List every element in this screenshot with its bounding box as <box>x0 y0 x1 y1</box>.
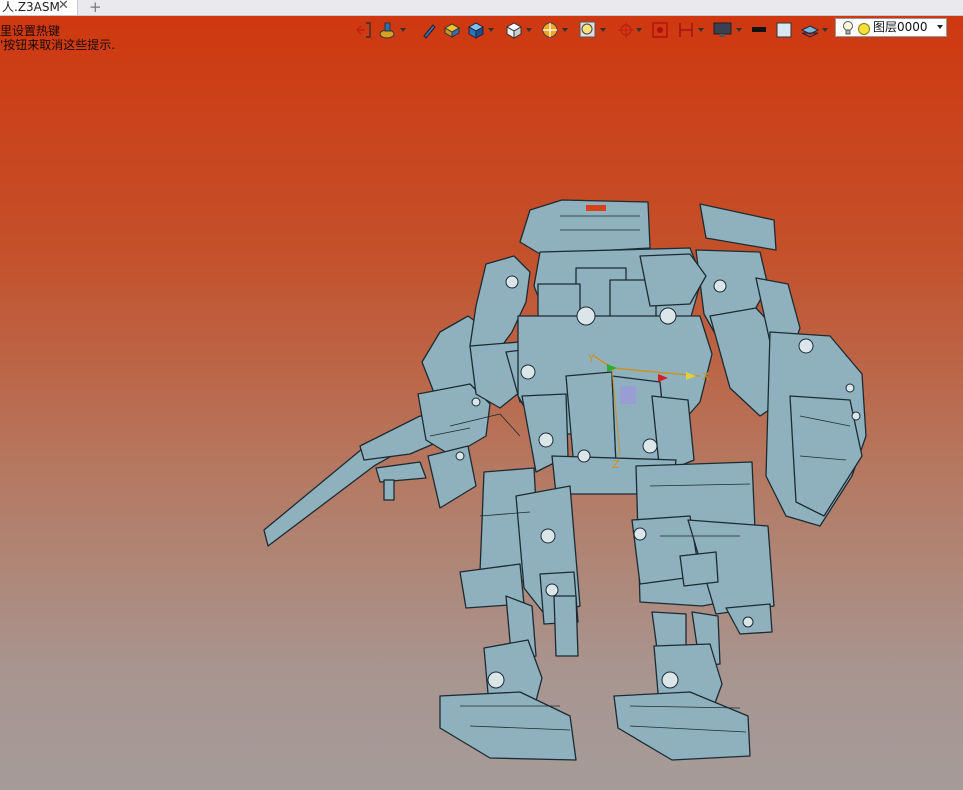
filter-icon[interactable] <box>676 20 696 40</box>
document-tab-bar: 人.Z3ASM ✕ + <box>0 0 963 16</box>
pen-icon[interactable] <box>420 20 438 40</box>
exit-icon[interactable] <box>354 20 374 40</box>
color-white-icon[interactable] <box>774 20 794 40</box>
lightbulb-icon[interactable] <box>842 20 854 36</box>
sword-part <box>263 415 453 547</box>
chevron-down-icon[interactable] <box>937 25 943 29</box>
cube-dropdown-icon[interactable] <box>488 28 494 32</box>
cube-icon[interactable] <box>466 20 486 40</box>
document-tab-title: 人.Z3ASM <box>2 0 60 14</box>
origin-icon[interactable] <box>616 20 636 40</box>
triad-y-label: Y <box>587 352 595 365</box>
solid-icon[interactable] <box>442 20 462 40</box>
display-dropdown-icon[interactable] <box>736 28 742 32</box>
filter-dropdown-icon[interactable] <box>698 28 704 32</box>
robot-assembly-model[interactable]: Y X Z <box>0 16 963 790</box>
right-leg-part <box>613 461 775 761</box>
document-tab[interactable]: 人.Z3ASM ✕ <box>0 0 78 15</box>
zoom-icon[interactable] <box>578 20 598 40</box>
triad-z-label: Z <box>612 458 620 471</box>
render-mode-dropdown-icon[interactable] <box>562 28 568 32</box>
origin-dropdown-icon[interactable] <box>636 28 642 32</box>
left-leg-part <box>439 467 581 761</box>
display-icon[interactable] <box>712 20 734 40</box>
color-black-icon[interactable] <box>750 20 768 40</box>
close-tab-icon[interactable]: ✕ <box>58 0 69 13</box>
model-red-marker <box>586 205 606 211</box>
layer-label: 图层0000 <box>873 20 928 34</box>
triad-x-label: X <box>702 370 710 383</box>
layer-manager-icon[interactable] <box>800 20 820 40</box>
layer-select[interactable]: 图层0000 <box>835 18 947 37</box>
3d-viewport[interactable]: 里设置热键 '按钮来取消这些提示. Y X Z 图层0000 <box>0 16 963 790</box>
model-tree-icon[interactable] <box>378 20 398 40</box>
layer-manager-dropdown-icon[interactable] <box>822 28 828 32</box>
torso-part <box>517 199 713 495</box>
view-cube-icon[interactable] <box>504 20 524 40</box>
layer-color-icon <box>858 23 870 35</box>
render-mode-icon[interactable] <box>540 20 560 40</box>
new-tab-icon[interactable]: + <box>89 0 102 16</box>
snap-icon[interactable] <box>650 20 670 40</box>
zoom-dropdown-icon[interactable] <box>600 28 606 32</box>
model-tree-dropdown-icon[interactable] <box>400 28 406 32</box>
view-cube-dropdown-icon[interactable] <box>526 28 532 32</box>
